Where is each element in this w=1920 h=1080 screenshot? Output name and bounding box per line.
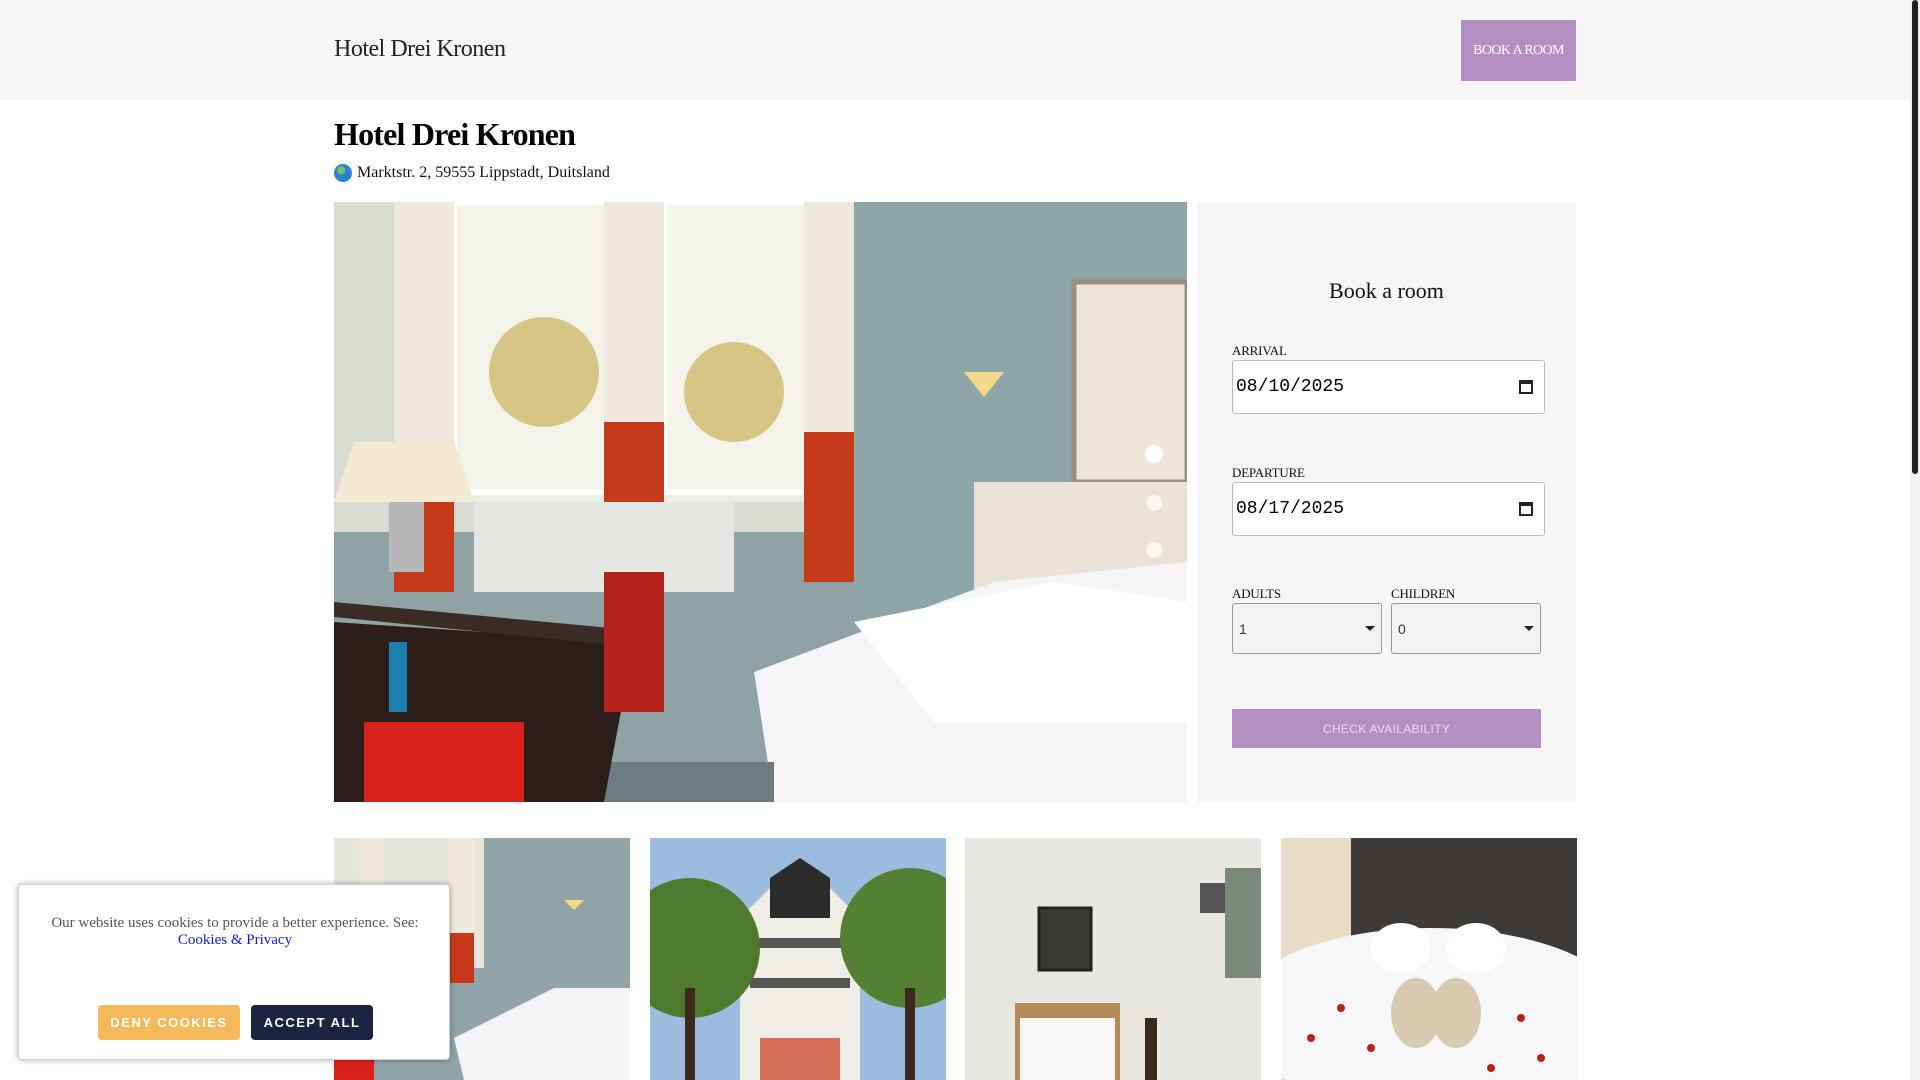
chevron-down-icon bbox=[1524, 626, 1534, 631]
calendar-icon[interactable] bbox=[1519, 502, 1533, 516]
thumbnail-3[interactable] bbox=[965, 838, 1261, 1080]
departure-date-value: 08/17/2025 bbox=[1236, 499, 1345, 519]
check-availability-button[interactable]: CHECK AVAILABILITY bbox=[1232, 709, 1541, 748]
children-label: CHILDREN bbox=[1391, 586, 1456, 601]
chevron-down-icon bbox=[1365, 626, 1375, 631]
children-value: 0 bbox=[1398, 620, 1406, 637]
scrollbar-thumb[interactable] bbox=[1912, 0, 1918, 474]
slide-dot-2[interactable] bbox=[1146, 495, 1162, 511]
hero-room-photo bbox=[334, 202, 1187, 802]
arrival-date-input[interactable]: 08/10/2025 bbox=[1232, 360, 1545, 414]
site-brand[interactable]: Hotel Drei Kronen bbox=[334, 36, 506, 63]
booking-title: Book a room bbox=[1329, 278, 1444, 303]
slide-dot-1[interactable] bbox=[1145, 445, 1163, 463]
cookie-message: Our website uses cookies to provide a be… bbox=[39, 915, 431, 949]
hotel-address: Marktstr. 2, 59555 Lippstadt, Duitsland bbox=[334, 164, 610, 182]
address-text: Marktstr. 2, 59555 Lippstadt, Duitsland bbox=[357, 164, 610, 181]
arrival-label: ARRIVAL bbox=[1232, 343, 1287, 358]
page-title: Hotel Drei Kronen bbox=[334, 116, 576, 152]
departure-date-input[interactable]: 08/17/2025 bbox=[1232, 482, 1545, 536]
accept-all-button[interactable]: ACCEPT ALL bbox=[251, 1005, 373, 1040]
deny-cookies-button[interactable]: DENY COOKIES bbox=[98, 1005, 240, 1040]
thumbnail-single-room-photo bbox=[965, 838, 1261, 1080]
adults-label: ADULTS bbox=[1232, 586, 1281, 601]
thumbnail-2[interactable] bbox=[650, 838, 946, 1080]
adults-value: 1 bbox=[1239, 620, 1247, 637]
booking-panel: Book a room ARRIVAL 08/10/2025 DEPARTURE… bbox=[1197, 202, 1576, 802]
cookie-banner: Our website uses cookies to provide a be… bbox=[18, 884, 450, 1060]
hero-image[interactable] bbox=[334, 202, 1187, 802]
book-a-room-button[interactable]: BOOK A ROOM bbox=[1461, 20, 1576, 81]
cookie-privacy-link[interactable]: Cookies & Privacy bbox=[178, 932, 292, 949]
site-header: Hotel Drei Kronen BOOK A ROOM bbox=[0, 0, 1910, 100]
arrival-date-value: 08/10/2025 bbox=[1236, 377, 1345, 397]
departure-label: DEPARTURE bbox=[1232, 465, 1305, 480]
calendar-icon[interactable] bbox=[1519, 380, 1533, 394]
thumbnail-building-photo bbox=[650, 838, 946, 1080]
thumbnail-bed-swans-photo bbox=[1281, 838, 1577, 1080]
thumbnail-4[interactable] bbox=[1281, 838, 1577, 1080]
children-select[interactable]: 0 bbox=[1391, 603, 1541, 654]
globe-icon bbox=[334, 164, 352, 182]
adults-select[interactable]: 1 bbox=[1232, 603, 1382, 654]
cookie-text: Our website uses cookies to provide a be… bbox=[51, 915, 419, 931]
slide-dot-3[interactable] bbox=[1146, 542, 1162, 558]
